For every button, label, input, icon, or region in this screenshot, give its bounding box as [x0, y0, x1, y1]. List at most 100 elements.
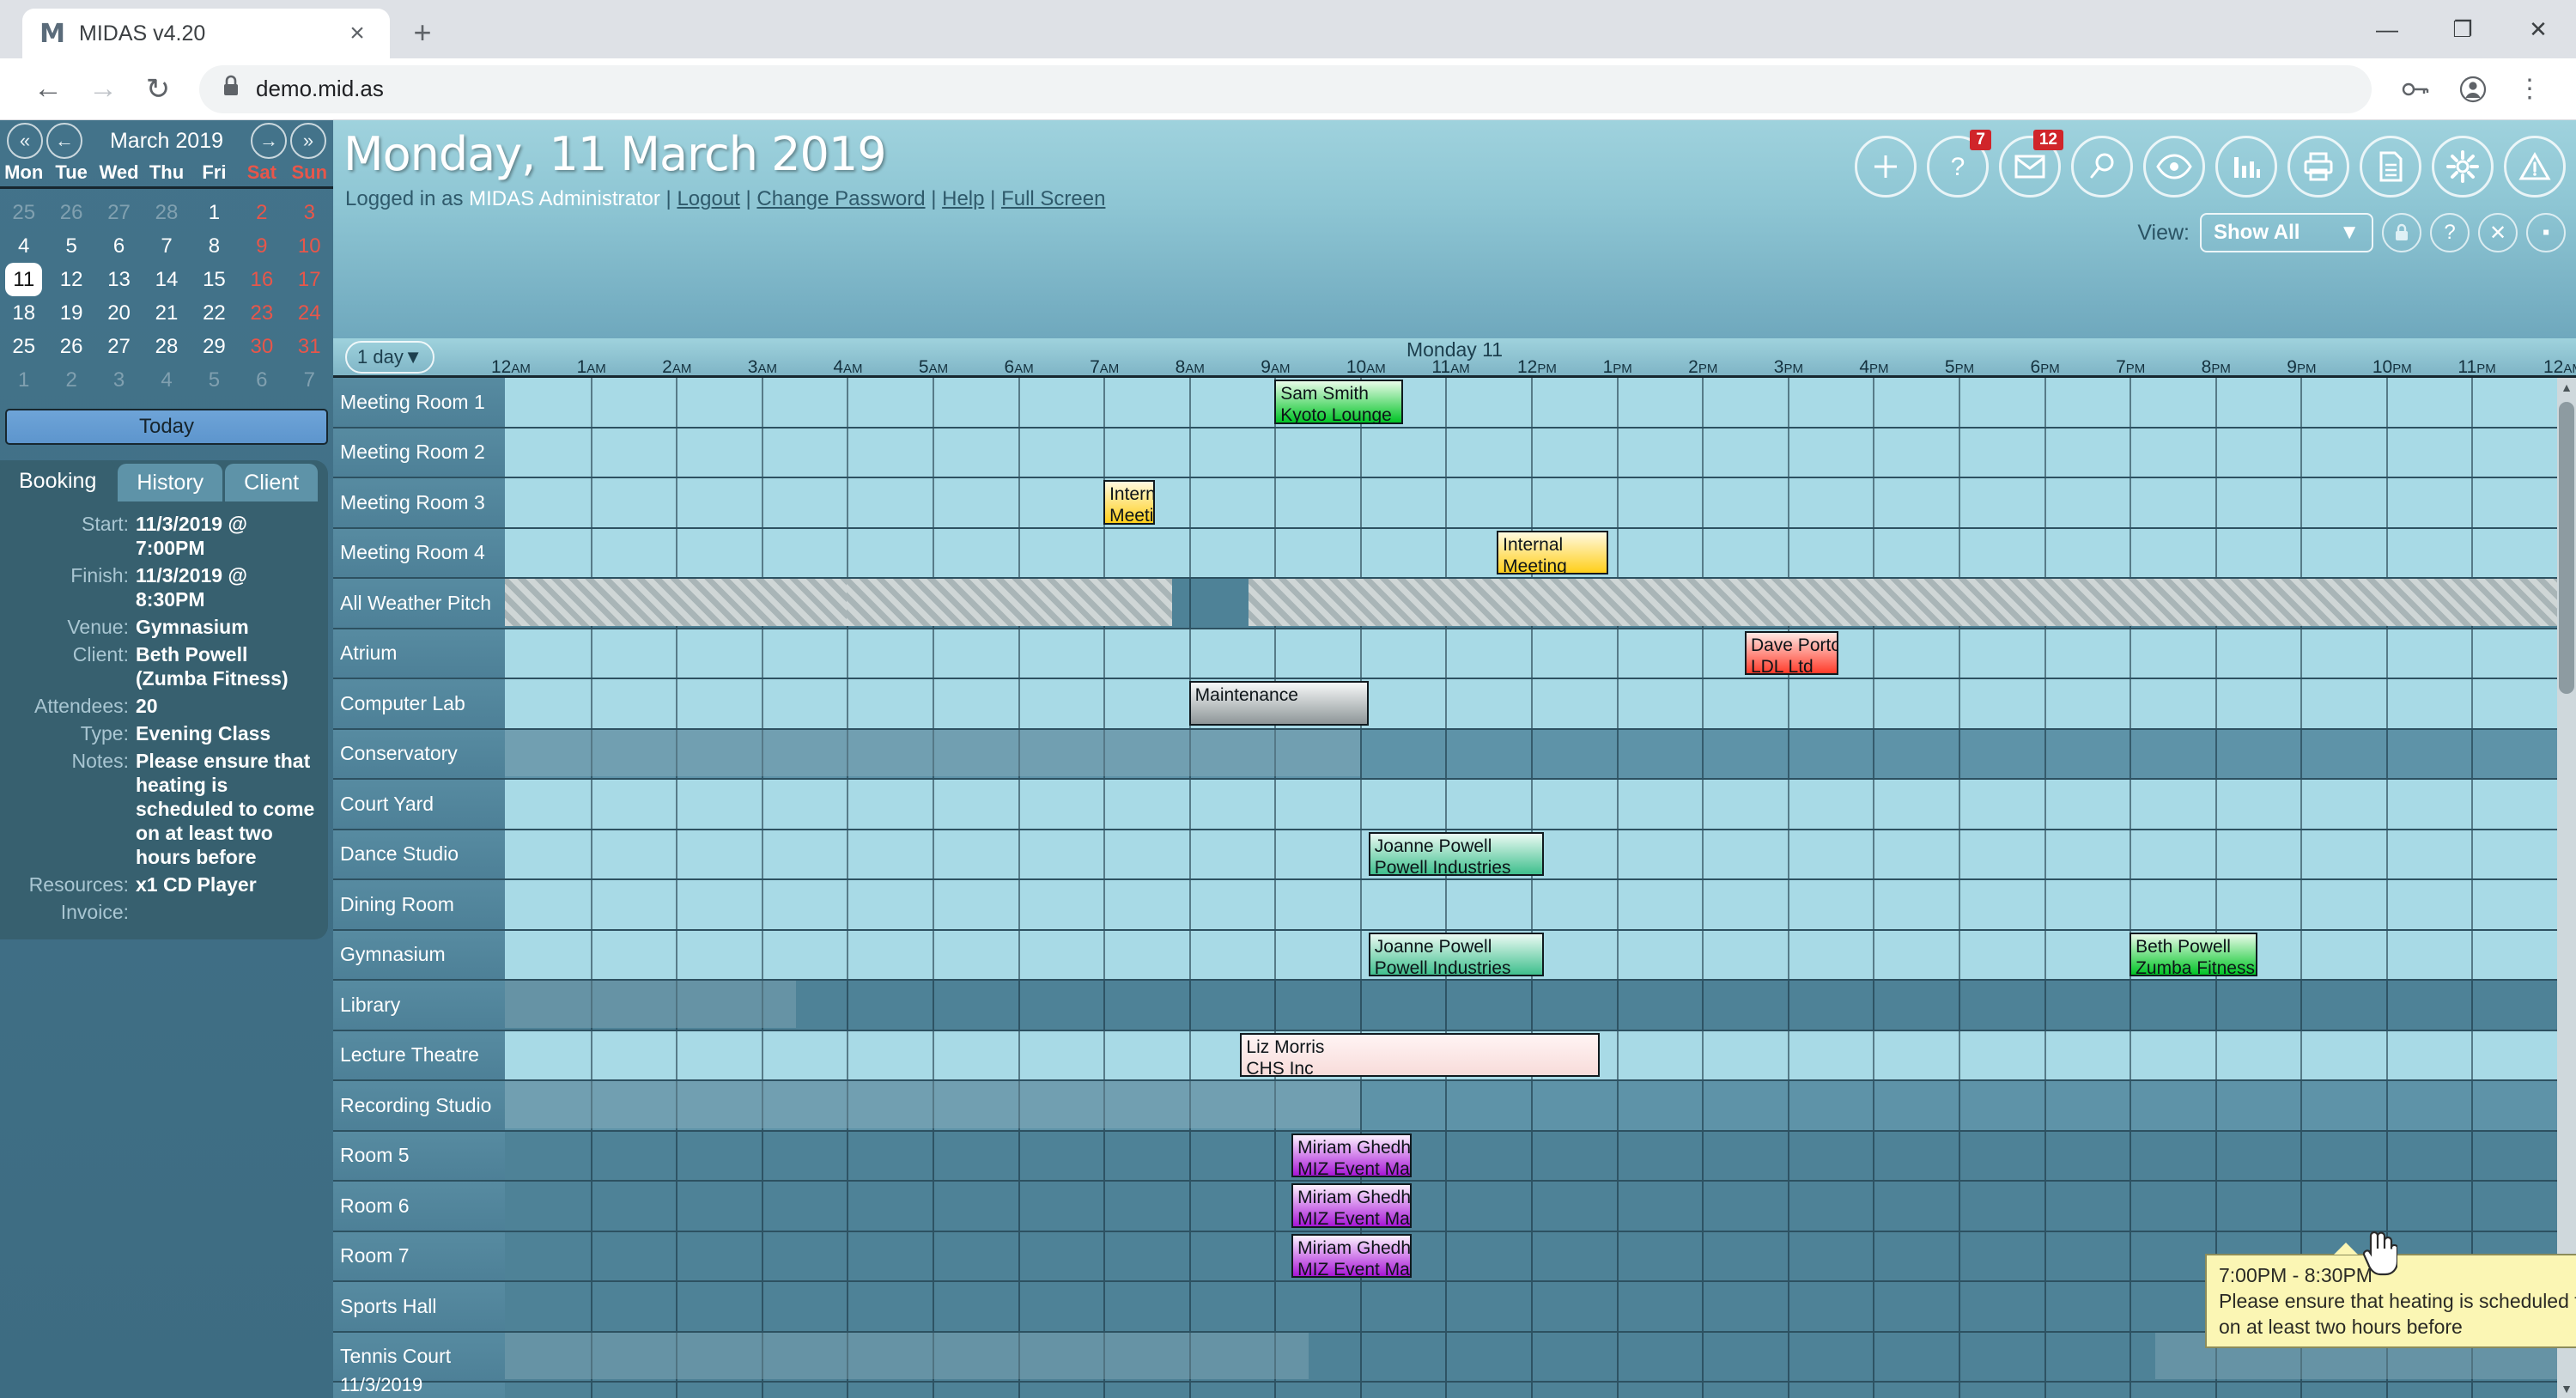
- calendar-day[interactable]: 20: [95, 296, 143, 330]
- calendar-day[interactable]: 18: [0, 296, 47, 330]
- booking-block[interactable]: Joanne Powell Powell Industries: [1368, 831, 1544, 876]
- calendar-day[interactable]: 23: [238, 296, 285, 330]
- settings-icon[interactable]: [2432, 136, 2494, 198]
- calendar-day[interactable]: 7: [143, 229, 190, 263]
- calendar-day[interactable]: 12: [47, 263, 94, 296]
- prev-month-icon[interactable]: ←: [46, 123, 82, 159]
- schedule-row[interactable]: [505, 1383, 2557, 1398]
- calendar-day[interactable]: 3: [286, 196, 333, 229]
- calendar-day[interactable]: 29: [191, 330, 238, 363]
- schedule-row[interactable]: [505, 679, 2557, 730]
- calendar-day[interactable]: 25: [0, 330, 47, 363]
- print-icon[interactable]: [2287, 136, 2349, 198]
- next-month-icon[interactable]: →: [251, 123, 287, 159]
- reports-icon[interactable]: [2360, 136, 2421, 198]
- room-label-meeting-room-1[interactable]: Meeting Room 1: [333, 378, 505, 429]
- room-label-room-6[interactable]: Room 6: [333, 1182, 505, 1232]
- calendar-day[interactable]: 4: [0, 229, 47, 263]
- booking-block[interactable]: Maintenance: [1188, 681, 1369, 726]
- profile-avatar-icon[interactable]: [2447, 64, 2499, 115]
- room-label-meeting-room-4[interactable]: Meeting Room 4: [333, 528, 505, 579]
- header-icon-row[interactable]: ? 7 12: [1844, 130, 2566, 198]
- calendar-day[interactable]: 30: [238, 330, 285, 363]
- room-label-all-weather-pitch[interactable]: All Weather Pitch: [333, 579, 505, 629]
- calendar-day[interactable]: 13: [95, 263, 143, 296]
- detail-tab-client[interactable]: Client: [225, 464, 319, 501]
- booking-block[interactable]: Sam Smith Kyoto Lounge: [1274, 380, 1403, 424]
- calendar-day[interactable]: 9: [238, 229, 285, 263]
- calendar-day[interactable]: 2: [238, 196, 285, 229]
- add-booking-icon[interactable]: [1855, 136, 1917, 198]
- calendar-day[interactable]: 21: [143, 296, 190, 330]
- room-label-meeting-room-2[interactable]: Meeting Room 2: [333, 428, 505, 478]
- booking-block[interactable]: Liz Morris CHS Inc: [1240, 1032, 1600, 1077]
- detail-tab-booking[interactable]: Booking: [0, 460, 116, 501]
- booking-block[interactable]: Beth Powell Zumba Fitness: [2129, 932, 2258, 976]
- scroll-down-icon[interactable]: ▼: [2557, 1379, 2576, 1398]
- calendar-day[interactable]: 17: [286, 263, 333, 296]
- booking-block[interactable]: Miriam GhedhallMIZ Event Management: [1291, 1133, 1412, 1177]
- scrollbar-thumb[interactable]: [2559, 402, 2574, 694]
- prev-year-icon[interactable]: «: [7, 123, 43, 159]
- booking-block[interactable]: InternalMeeting: [1497, 530, 1608, 574]
- schedule-row[interactable]: [505, 579, 2557, 629]
- schedule-row[interactable]: [505, 1081, 2557, 1132]
- room-label-computer-lab[interactable]: Computer Lab: [333, 679, 505, 730]
- view-close-icon[interactable]: ✕: [2478, 213, 2518, 252]
- view-help-icon[interactable]: ?: [2430, 213, 2470, 252]
- room-column[interactable]: Meeting Room 1 Meeting Room 2 Meeting Room…: [333, 378, 505, 1398]
- watch-icon[interactable]: [2143, 136, 2205, 198]
- calendar-day[interactable]: 22: [191, 296, 238, 330]
- calendar-day[interactable]: 14: [143, 263, 190, 296]
- schedule-row[interactable]: [505, 729, 2557, 780]
- detail-tab-bar[interactable]: BookingHistoryClient✐: [0, 460, 349, 501]
- room-label-lecture-theatre[interactable]: Lecture Theatre: [333, 1030, 505, 1081]
- booking-block[interactable]: Dave PortonLDL Ltd: [1744, 630, 1839, 675]
- view-dot-icon[interactable]: ▪: [2526, 213, 2566, 252]
- alert-icon[interactable]: [2504, 136, 2566, 198]
- room-label-gymnasium[interactable]: Gymnasium: [333, 930, 505, 981]
- schedule-row[interactable]: [505, 1131, 2557, 1182]
- header-link-change-password[interactable]: Change Password: [756, 187, 925, 210]
- calendar-grid[interactable]: 25 26 27 28 1 2 3 4 5 6 7 8 9 10 11 12 13 14 15 16 17 18 19 20 2…: [0, 189, 333, 397]
- booking-block[interactable]: InternalMeeting: [1103, 480, 1155, 525]
- schedule-row[interactable]: [505, 428, 2557, 478]
- room-label-court-yard[interactable]: Court Yard: [333, 780, 505, 830]
- lock-icon[interactable]: [2382, 213, 2421, 252]
- help-icon[interactable]: ? 7: [1927, 130, 1991, 198]
- calendar-day[interactable]: 15: [191, 263, 238, 296]
- booking-block[interactable]: Miriam GhedhallMIZ Event Management: [1291, 1183, 1412, 1228]
- room-label-recording-studio[interactable]: Recording Studio: [333, 1081, 505, 1132]
- slot-area[interactable]: Sam SmithKyoto Lounge InternalMeeting Inte…: [505, 378, 2576, 1398]
- scroll-up-icon[interactable]: ▲: [2557, 378, 2576, 397]
- room-label-library[interactable]: Library: [333, 981, 505, 1031]
- header-link-full-screen[interactable]: Full Screen: [1001, 187, 1105, 210]
- room-label-dance-studio[interactable]: Dance Studio: [333, 830, 505, 880]
- calendar-day[interactable]: 19: [47, 296, 94, 330]
- schedule-row[interactable]: [505, 478, 2557, 529]
- room-label-room-7[interactable]: Room 7: [333, 1231, 505, 1282]
- room-label-room-5[interactable]: Room 5: [333, 1131, 505, 1182]
- booking-block[interactable]: Miriam GhedhallMIZ Event Management: [1291, 1233, 1412, 1278]
- browser-menu-icon[interactable]: ⋮: [2504, 64, 2555, 115]
- calendar-day[interactable]: 1: [191, 196, 238, 229]
- calendar-day[interactable]: 16: [238, 263, 285, 296]
- schedule-row[interactable]: [505, 880, 2557, 931]
- schedule-row[interactable]: [505, 1182, 2557, 1232]
- calendar-day-selected[interactable]: 11: [5, 263, 43, 296]
- header-link-help[interactable]: Help: [942, 187, 984, 210]
- header-link-logout[interactable]: Logout: [677, 187, 739, 210]
- room-label-conservatory[interactable]: Conservatory: [333, 729, 505, 780]
- messages-icon[interactable]: 12: [1999, 130, 2063, 198]
- back-icon[interactable]: ←: [21, 62, 76, 117]
- view-select[interactable]: Show All ▼: [2200, 213, 2373, 252]
- new-tab-icon[interactable]: +: [402, 12, 443, 53]
- room-label-atrium[interactable]: Atrium: [333, 629, 505, 679]
- window-close-icon[interactable]: ✕: [2500, 0, 2576, 58]
- schedule-row[interactable]: [505, 629, 2557, 679]
- schedule-grid[interactable]: Meeting Room 1 Meeting Room 2 Meeting Room…: [333, 378, 2576, 1398]
- next-year-icon[interactable]: »: [290, 123, 326, 159]
- password-key-icon[interactable]: [2391, 64, 2442, 115]
- statistics-icon[interactable]: [2215, 136, 2277, 198]
- calendar-day[interactable]: 8: [191, 229, 238, 263]
